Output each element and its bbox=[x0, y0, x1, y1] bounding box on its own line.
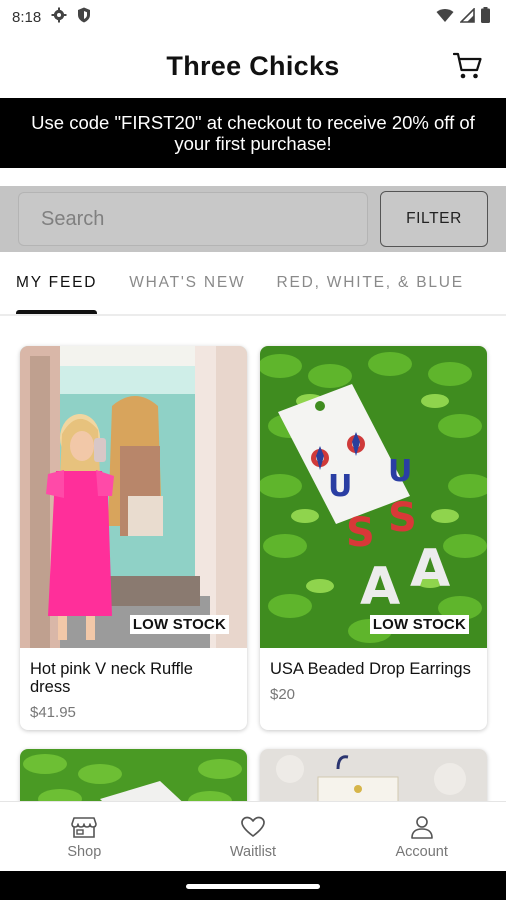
nav-account[interactable]: Account bbox=[337, 802, 506, 871]
cell-signal-icon bbox=[459, 6, 475, 27]
wifi-icon bbox=[436, 8, 454, 27]
svg-text:A: A bbox=[410, 539, 450, 599]
tab-whats-new[interactable]: WHAT'S NEW bbox=[129, 252, 245, 314]
cart-button[interactable] bbox=[452, 50, 484, 82]
status-time: 8:18 bbox=[12, 8, 42, 26]
status-left: 8:18 bbox=[12, 7, 91, 27]
svg-text:S: S bbox=[388, 495, 417, 541]
system-gesture-bar bbox=[0, 871, 506, 900]
status-bar: 8:18 bbox=[0, 0, 506, 34]
bottom-nav: Shop Waitlist Account bbox=[0, 801, 506, 871]
shield-icon bbox=[77, 7, 91, 27]
cart-icon bbox=[453, 52, 482, 79]
product-image[interactable] bbox=[260, 749, 487, 809]
app-title: Three Chicks bbox=[166, 50, 340, 81]
app-header: Three Chicks bbox=[0, 34, 506, 98]
settings-gear-icon bbox=[51, 7, 67, 27]
person-icon bbox=[409, 814, 435, 840]
promo-text: Use code "FIRST20" at checkout to receiv… bbox=[31, 112, 475, 154]
product-card[interactable] bbox=[260, 749, 487, 809]
product-info: Hot pink V neck Ruffle dress $41.95 bbox=[20, 648, 247, 730]
heart-icon bbox=[240, 814, 266, 840]
product-card[interactable]: LOW STOCK Hot pink V neck Ruffle dress $… bbox=[20, 346, 247, 730]
product-name: USA Beaded Drop Earrings bbox=[270, 660, 471, 678]
product-card[interactable]: U U S S A A LOW STOCK USA Beaded Drop Ea… bbox=[260, 346, 487, 730]
search-area: FILTER bbox=[0, 186, 506, 252]
product-image[interactable]: U U S S A A LOW STOCK bbox=[260, 346, 487, 648]
product-card[interactable] bbox=[20, 749, 247, 809]
product-image[interactable]: LOW STOCK bbox=[20, 346, 247, 648]
product-price: $20 bbox=[270, 686, 296, 703]
battery-icon bbox=[481, 7, 490, 27]
svg-text:A: A bbox=[360, 557, 400, 617]
filter-button[interactable]: FILTER bbox=[380, 191, 488, 247]
category-tabs: MY FEED WHAT'S NEW RED, WHITE, & BLUE bbox=[0, 252, 506, 316]
storefront-icon bbox=[71, 814, 98, 840]
product-name: Hot pink V neck Ruffle dress bbox=[30, 660, 193, 696]
svg-text:U: U bbox=[328, 469, 352, 504]
search-input[interactable] bbox=[18, 192, 368, 246]
nav-account-label: Account bbox=[395, 843, 448, 860]
tab-red-white-blue[interactable]: RED, WHITE, & BLUE bbox=[276, 252, 463, 314]
promo-banner: Use code "FIRST20" at checkout to receiv… bbox=[0, 98, 506, 168]
tab-my-feed[interactable]: MY FEED bbox=[16, 252, 98, 314]
svg-text:U: U bbox=[388, 454, 412, 489]
low-stock-badge: LOW STOCK bbox=[369, 615, 469, 634]
product-info: USA Beaded Drop Earrings $20 bbox=[260, 648, 487, 730]
low-stock-badge: LOW STOCK bbox=[129, 615, 229, 634]
nav-waitlist[interactable]: Waitlist bbox=[169, 802, 338, 871]
product-image[interactable] bbox=[20, 749, 247, 809]
svg-text:S: S bbox=[346, 510, 375, 556]
nav-waitlist-label: Waitlist bbox=[229, 843, 277, 860]
nav-shop-label: Shop bbox=[67, 843, 102, 860]
earrings-photo: U U S S A A bbox=[260, 346, 487, 648]
status-right bbox=[436, 6, 490, 27]
home-gesture-handle[interactable] bbox=[186, 884, 320, 889]
nav-shop[interactable]: Shop bbox=[0, 802, 169, 871]
dress-photo bbox=[20, 346, 247, 648]
product-price: $41.95 bbox=[30, 704, 76, 721]
